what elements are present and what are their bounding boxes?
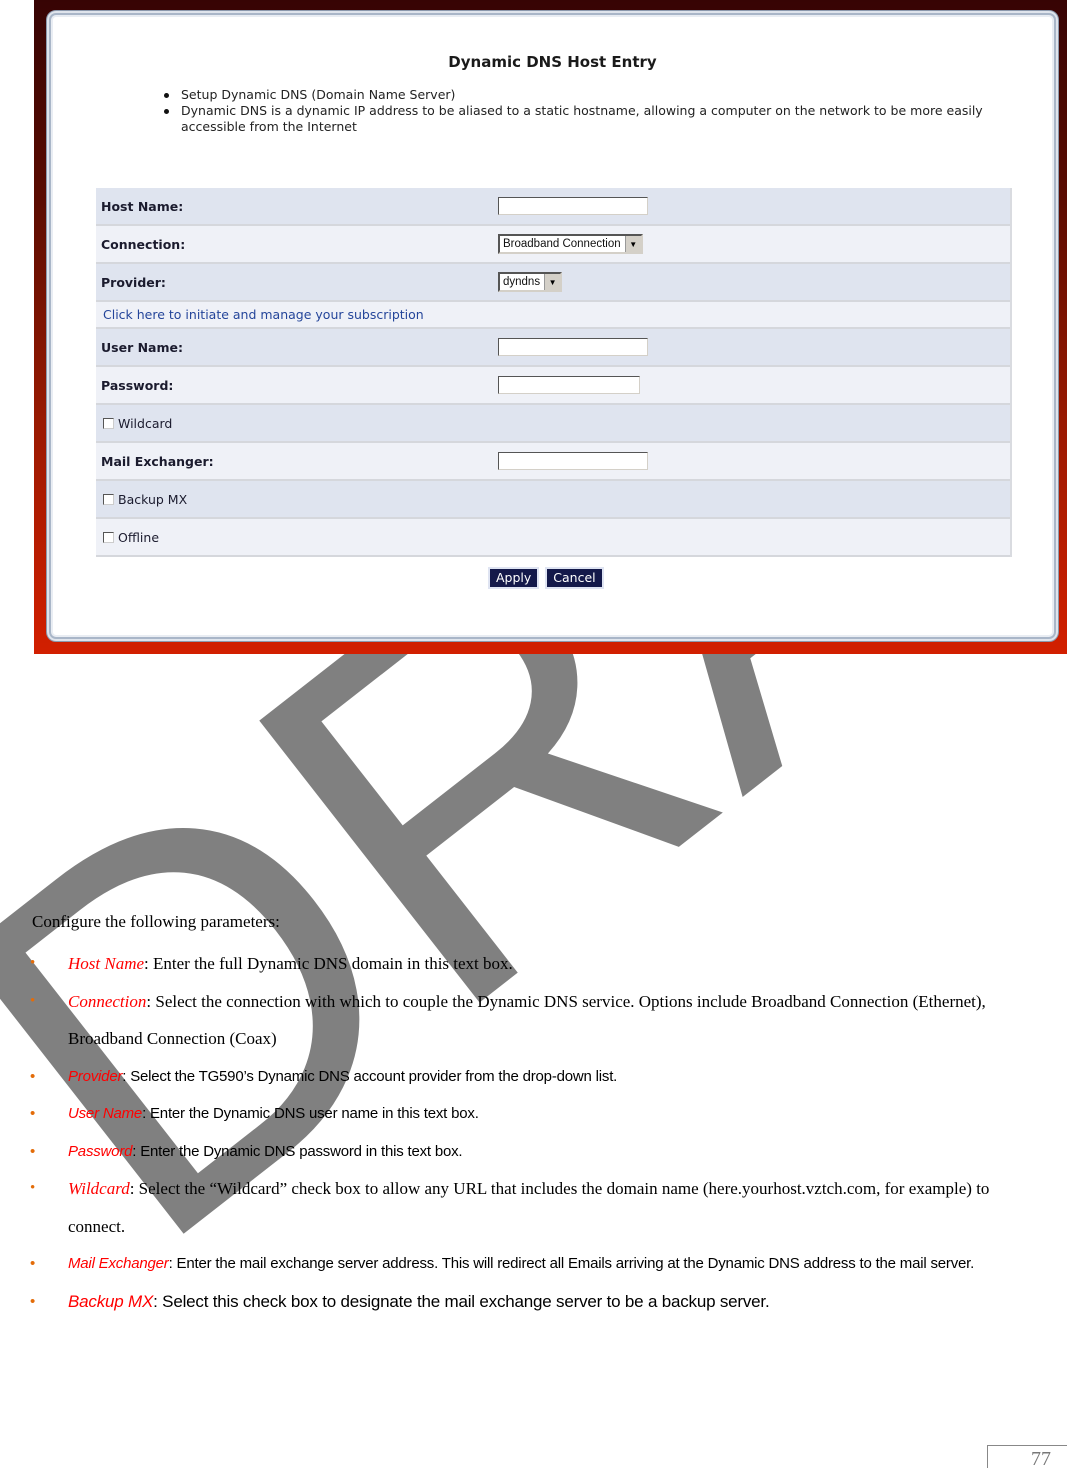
- param-item: Connection: Select the connection with w…: [30, 983, 1050, 1058]
- info-bullets: Setup Dynamic DNS (Domain Name Server) D…: [164, 87, 1024, 135]
- param-desc: : Select the connection with which to co…: [68, 991, 986, 1049]
- param-desc: : Select this check box to designate the…: [153, 1291, 770, 1311]
- password-input[interactable]: [498, 376, 640, 394]
- user-name-label: User Name:: [101, 339, 183, 355]
- apply-button[interactable]: Apply: [488, 567, 540, 589]
- param-term: Wildcard: [68, 1179, 130, 1198]
- password-label: Password:: [101, 377, 174, 393]
- param-item: Backup MX: Select this check box to desi…: [30, 1283, 1050, 1321]
- dns-form: Host Name: Connection: Broadband Connect…: [96, 188, 1012, 557]
- info-bullet: Dynamic DNS is a dynamic IP address to b…: [164, 103, 1024, 135]
- row-password: Password:: [96, 367, 1010, 405]
- provider-label: Provider:: [101, 274, 166, 290]
- ui-window: Dynamic DNS Host Entry Setup Dynamic DNS…: [46, 10, 1059, 642]
- host-name-label: Host Name:: [101, 198, 184, 214]
- connection-select-value: Broadband Connection: [503, 238, 621, 250]
- parameter-list: Host Name: Enter the full Dynamic DNS do…: [30, 945, 1050, 1320]
- row-provider: Provider: dyndns ▼: [96, 264, 1010, 302]
- row-wildcard: Wildcard: [96, 405, 1010, 443]
- param-item: Provider: Select the TG590’s Dynamic DNS…: [30, 1058, 1050, 1096]
- cancel-button[interactable]: Cancel: [545, 567, 604, 589]
- user-name-input[interactable]: [498, 338, 648, 356]
- wildcard-checkbox[interactable]: [103, 417, 114, 429]
- param-item: Password: Enter the Dynamic DNS password…: [30, 1133, 1050, 1171]
- param-term: Password: [68, 1142, 133, 1160]
- router-ui-screenshot: Dynamic DNS Host Entry Setup Dynamic DNS…: [34, 0, 1067, 654]
- param-item: Host Name: Enter the full Dynamic DNS do…: [30, 945, 1050, 983]
- chevron-down-icon[interactable]: ▼: [624, 236, 641, 252]
- param-item: Wildcard: Select the “Wildcard” check bo…: [30, 1170, 1050, 1245]
- param-term: Provider: [68, 1067, 123, 1085]
- mail-exchanger-input[interactable]: [498, 452, 648, 470]
- form-buttons: Apply Cancel: [488, 567, 604, 589]
- param-term: Host Name: [68, 954, 145, 973]
- connection-select[interactable]: Broadband Connection ▼: [498, 234, 643, 254]
- backup-mx-checkbox-wrap[interactable]: Backup MX: [103, 492, 187, 507]
- param-desc: : Enter the full Dynamic DNS domain in t…: [144, 954, 513, 973]
- info-bullet: Setup Dynamic DNS (Domain Name Server): [164, 87, 1024, 103]
- chevron-down-icon[interactable]: ▼: [544, 274, 561, 290]
- provider-select[interactable]: dyndns ▼: [498, 272, 563, 292]
- row-subscription: Click here to initiate and manage your s…: [96, 302, 1010, 329]
- param-desc: : Select the “Wildcard” check box to all…: [68, 1179, 990, 1236]
- offline-checkbox[interactable]: [103, 531, 114, 543]
- backup-mx-label: Backup MX: [118, 491, 188, 507]
- intro-text: Configure the following parameters:: [32, 912, 280, 931]
- offline-label: Offline: [118, 529, 160, 545]
- row-backup-mx: Backup MX: [96, 481, 1010, 519]
- param-desc: : Enter the Dynamic DNS user name in thi…: [142, 1105, 479, 1122]
- param-desc: : Select the TG590’s Dynamic DNS account…: [122, 1067, 618, 1085]
- param-item: User Name: Enter the Dynamic DNS user na…: [30, 1095, 1050, 1133]
- wildcard-label: Wildcard: [118, 415, 173, 431]
- mail-exchanger-label: Mail Exchanger:: [101, 453, 214, 469]
- param-term: User Name: [68, 1105, 143, 1122]
- param-item: Mail Exchanger: Enter the mail exchange …: [30, 1245, 1050, 1283]
- page-number: 77: [987, 1445, 1067, 1470]
- param-term: Connection: [68, 991, 147, 1011]
- param-term: Backup MX: [68, 1291, 154, 1311]
- wildcard-checkbox-wrap[interactable]: Wildcard: [103, 416, 172, 431]
- row-user-name: User Name:: [96, 329, 1010, 367]
- row-mail-exchanger: Mail Exchanger:: [96, 443, 1010, 481]
- row-offline: Offline: [96, 519, 1010, 557]
- page-title: Dynamic DNS Host Entry: [448, 53, 657, 71]
- host-name-input[interactable]: [498, 197, 648, 215]
- row-connection: Connection: Broadband Connection ▼: [96, 226, 1010, 264]
- param-term: Mail Exchanger: [68, 1255, 169, 1272]
- offline-checkbox-wrap[interactable]: Offline: [103, 530, 159, 545]
- subscription-link[interactable]: Click here to initiate and manage your s…: [103, 307, 424, 322]
- param-desc: : Enter the mail exchange server address…: [168, 1255, 975, 1272]
- param-desc: : Enter the Dynamic DNS password in this…: [132, 1142, 463, 1160]
- row-host-name: Host Name:: [96, 188, 1010, 226]
- backup-mx-checkbox[interactable]: [103, 493, 114, 505]
- provider-select-value: dyndns: [503, 276, 541, 288]
- connection-label: Connection:: [101, 236, 186, 252]
